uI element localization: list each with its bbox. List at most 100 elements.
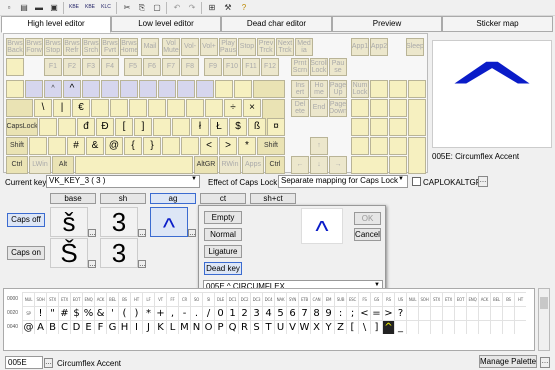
save-icon[interactable]: ▬ [32,1,46,14]
charmap-cell[interactable]: ' [106,306,118,320]
key-comma[interactable] [181,137,199,155]
charmap-cell[interactable]: 0 [214,306,226,320]
charmap-cell[interactable]: LF [142,292,154,306]
charmap-cell[interactable]: , [166,306,178,320]
charmap-cell[interactable]: FF [166,292,178,306]
charmap-cell[interactable]: W [298,320,310,334]
charmap-cell[interactable]: . [190,306,202,320]
copy-icon[interactable]: ▣ [47,1,61,14]
charmap-cell[interactable]: DLE [214,292,226,306]
charmap-cell[interactable]: EM [322,292,334,306]
charmap-cell[interactable] [406,306,418,320]
charmap-cell[interactable]: DC2 [238,292,250,306]
key-left-shift[interactable]: Shift [6,137,28,155]
key-f11[interactable]: F11 [242,58,260,76]
key-slash[interactable]: > [219,137,237,155]
key-numpad[interactable] [351,118,369,136]
key-arrow-up[interactable]: ↑ [310,137,328,155]
charmap-cell[interactable]: K [154,320,166,334]
charmap-cell[interactable] [502,320,514,334]
charmap-cell[interactable]: ( [118,306,130,320]
charmap-cell[interactable]: BS [502,292,514,306]
charmap-cell[interactable] [418,306,430,320]
charmap-cell[interactable]: CAN [310,292,322,306]
charmap-cell[interactable]: M [178,320,190,334]
key-media[interactable]: Brws Forw [25,38,43,56]
charmap-cell[interactable]: VT [154,292,166,306]
charmap-cell[interactable]: I [130,320,142,334]
charmap-cell[interactable]: 4 [262,306,274,320]
charmap-cell[interactable]: J [142,320,154,334]
key-esc[interactable] [6,58,24,76]
charmap-cell[interactable]: < [358,306,370,320]
charmap-cell[interactable]: H [118,320,130,334]
charmap-cell[interactable]: ETX [58,292,70,306]
key-1[interactable] [25,80,43,98]
key-f9[interactable]: F9 [204,58,222,76]
key-apps[interactable]: Apps [242,156,264,174]
key-space[interactable] [75,156,193,174]
key-insert[interactable]: Ins ert [291,80,309,98]
key-3[interactable]: ^ [63,80,81,98]
key-9[interactable] [177,80,195,98]
key-numpad[interactable] [351,99,369,117]
charmap-cell[interactable]: P [214,320,226,334]
charmap-cell[interactable]: ESC [346,292,358,306]
charmap-cell[interactable]: Q [226,320,238,334]
key-o[interactable] [186,99,204,117]
codepoint-field[interactable]: 005E [5,356,43,369]
charmap-cell[interactable] [454,320,466,334]
cell-caps-on-base[interactable]: Š [50,238,88,268]
key-minus[interactable] [215,80,233,98]
key-print-screen[interactable]: Prnt Scrn [291,58,309,76]
charmap-cell[interactable]: X [310,320,322,334]
key-f7[interactable]: F7 [162,58,180,76]
charmap-cell[interactable]: / [202,306,214,320]
charmap-cell[interactable] [418,320,430,334]
charmap-cell[interactable]: DC4 [262,292,274,306]
key-media[interactable]: Brws Back [6,38,24,56]
charmap-cell[interactable]: SP [22,306,34,320]
redo-icon[interactable]: ↷ [185,1,199,14]
key-d[interactable]: đ [77,118,95,136]
cell-more-button[interactable]: … [138,229,146,237]
key-oem102[interactable]: ¤ [267,118,285,136]
caps-effect-select[interactable]: Separate mapping for Caps Lock [278,175,408,188]
key-altgr[interactable]: AltGR [194,156,218,174]
charmap-cell[interactable]: ? [394,306,406,320]
key-numpad[interactable] [370,137,388,155]
key-media[interactable]: Vol- [181,38,199,56]
charmap-cell[interactable]: SOH [418,292,430,306]
charmap-cell[interactable]: S [250,320,262,334]
charmap-cell[interactable]: % [82,306,94,320]
codepoint-more-button[interactable]: … [44,358,53,368]
key-right-win[interactable]: RWin [219,156,241,174]
normal-button[interactable]: Normal [204,228,242,241]
charmap-cell[interactable]: = [370,306,382,320]
charmap-cell[interactable]: CR [178,292,190,306]
key-numpad-enter[interactable] [408,137,426,174]
key-lbracket[interactable]: ÷ [224,99,242,117]
key-numpad[interactable] [389,137,407,155]
key-j[interactable] [153,118,171,136]
charmap-cell[interactable]: ; [346,306,358,320]
charmap-cell[interactable]: R [238,320,250,334]
tab-preview[interactable]: Preview [332,16,442,32]
undo-icon[interactable]: ↶ [170,1,184,14]
help-icon[interactable]: ? [237,1,251,14]
key-media[interactable]: Vol Mute [162,38,180,56]
key-7[interactable] [139,80,157,98]
new-icon[interactable]: ▫ [2,1,16,14]
paste-icon[interactable]: ▢ [150,1,164,14]
charmap-cell[interactable]: HT [514,292,526,306]
key-backspace[interactable] [253,80,285,98]
tools-icon[interactable]: ⚒ [221,1,235,14]
cut-icon[interactable]: ✂ [120,1,134,14]
charmap-cell[interactable]: GS [370,292,382,306]
key-q[interactable]: \ [34,99,52,117]
caplokaltgr-more-button[interactable]: … [478,176,488,187]
charmap-cell[interactable]: US [394,292,406,306]
key-p[interactable] [205,99,223,117]
key-oem102-z[interactable] [29,137,47,155]
key-0[interactable] [196,80,214,98]
